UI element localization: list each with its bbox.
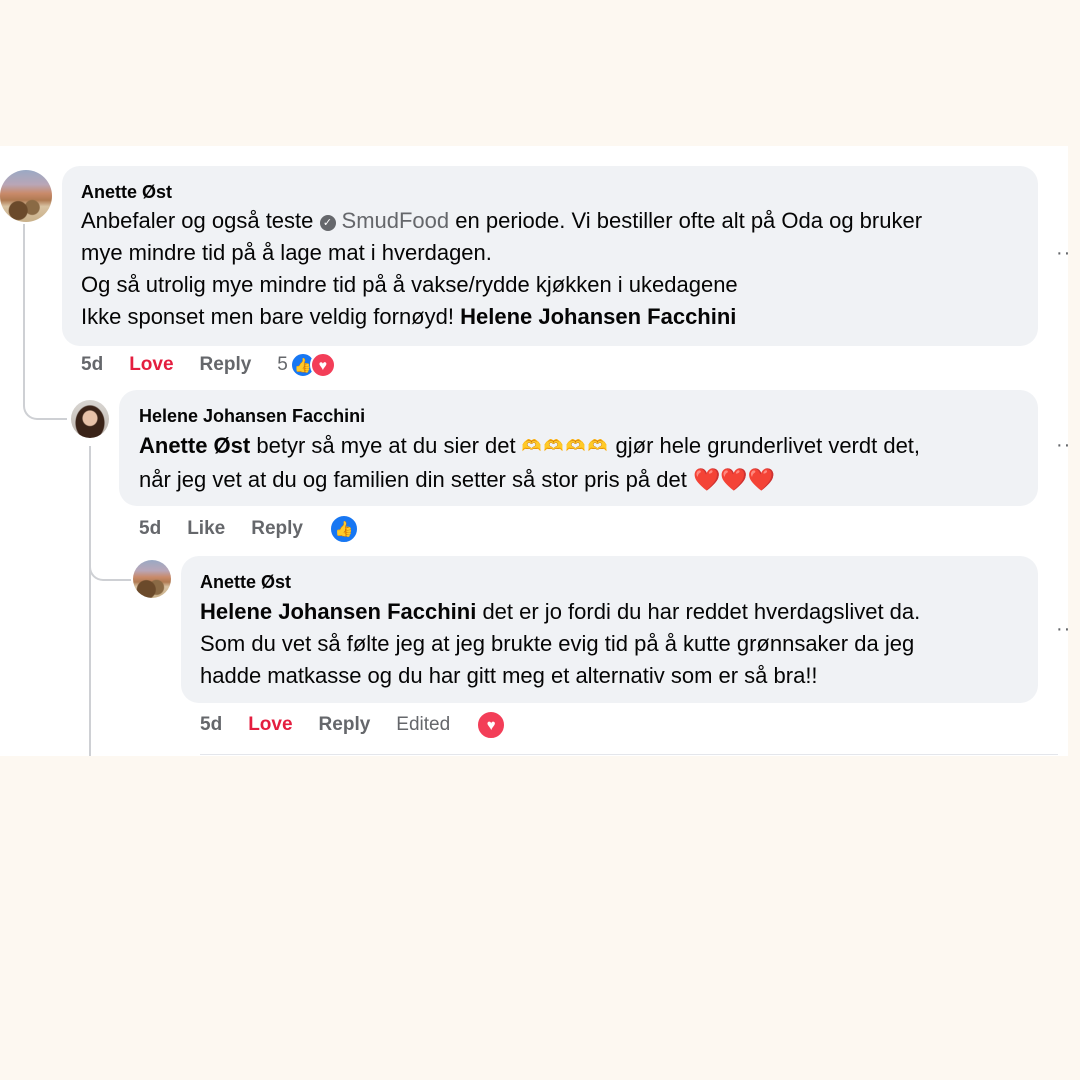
love-reaction-button[interactable]: Love bbox=[248, 714, 292, 736]
comment-body-line-4: Ikke sponset men bare veldig fornøyd! He… bbox=[81, 301, 736, 333]
comment-timestamp[interactable]: 5d bbox=[139, 518, 161, 540]
comment-text: Ikke sponset men bare veldig fornøyd! bbox=[81, 304, 454, 329]
comment-text: betyr så mye at du sier det bbox=[256, 433, 516, 458]
avatar-anette-ost[interactable] bbox=[133, 560, 171, 598]
user-mention[interactable]: Helene Johansen Facchini bbox=[200, 599, 476, 624]
comment-author[interactable]: Anette Øst bbox=[81, 182, 172, 203]
comment-body-line-2: Som du vet så følte jeg at jeg brukte ev… bbox=[200, 631, 915, 656]
verified-badge-icon: ✓ bbox=[319, 215, 336, 231]
comment-text: det er jo fordi du har reddet hverdagsli… bbox=[482, 599, 921, 624]
more-dots-icon[interactable]: ·· bbox=[1056, 434, 1071, 457]
comment-body-line-1: Anette Øst betyr så mye at du sier det 🫶… bbox=[139, 430, 920, 463]
avatar-helene-johansen-facchini[interactable] bbox=[71, 400, 109, 438]
red-hearts-emoji: ❤️❤️❤️ bbox=[692, 467, 776, 492]
love-reaction-icon[interactable]: ♥ bbox=[309, 352, 336, 378]
like-button[interactable]: Like bbox=[187, 518, 225, 540]
comment-body-line-3: Og så utrolig mye mindre tid på å vakse/… bbox=[81, 272, 738, 297]
page-mention-smudfood[interactable]: ✓ SmudFood bbox=[319, 208, 450, 233]
comment-body-line-1: Anbefaler og også teste ✓ SmudFood en per… bbox=[81, 205, 922, 237]
love-reaction-button[interactable]: Love bbox=[129, 354, 173, 376]
heart-hands-emoji: 🫶🫶🫶🫶 bbox=[521, 438, 610, 455]
thread-line-main bbox=[23, 224, 25, 404]
comment-timestamp[interactable]: 5d bbox=[81, 354, 103, 376]
comment-body-line-1: Helene Johansen Facchini det er jo fordi… bbox=[200, 596, 920, 628]
thread-line-reply bbox=[89, 446, 91, 756]
love-reaction-icon[interactable]: ♥ bbox=[476, 710, 507, 740]
like-reaction-icon[interactable]: 👍 bbox=[328, 514, 359, 544]
divider bbox=[200, 754, 1058, 755]
comment-author[interactable]: Anette Øst bbox=[200, 572, 291, 593]
avatar-anette-ost[interactable] bbox=[0, 170, 52, 222]
user-mention[interactable]: Helene Johansen Facchini bbox=[460, 304, 736, 329]
comments-panel: Anette Øst Anbefaler og også teste ✓ Smud… bbox=[0, 146, 1071, 756]
comment-text: en periode. Vi bestiller ofte alt på Oda… bbox=[455, 208, 923, 233]
comment-body-line-2: når jeg vet at du og familien din setter… bbox=[139, 464, 775, 496]
page-mention-label: SmudFood bbox=[341, 208, 450, 233]
comment-body-line-3: hadde matkasse og du har gitt meg et alt… bbox=[200, 663, 818, 688]
thread-connector-reply-1 bbox=[23, 386, 67, 420]
edited-label[interactable]: Edited bbox=[396, 714, 450, 736]
comment-text: gjør hele grunderlivet verdt det, bbox=[615, 433, 921, 458]
more-dots-icon[interactable]: ·· bbox=[1056, 242, 1071, 265]
comment-actions-3: 5d Love Reply Edited ♥ bbox=[200, 710, 532, 740]
comment-text: når jeg vet at du og familien din setter… bbox=[139, 467, 687, 492]
comment-body-line-2: mye mindre tid på å lage mat i hverdagen… bbox=[81, 240, 492, 265]
reply-button[interactable]: Reply bbox=[200, 354, 252, 376]
comment-author[interactable]: Helene Johansen Facchini bbox=[139, 406, 365, 427]
reply-button[interactable]: Reply bbox=[251, 518, 303, 540]
reaction-count[interactable]: 5 bbox=[277, 354, 288, 376]
more-dots-icon[interactable]: ·· bbox=[1056, 618, 1071, 641]
comment-text: Anbefaler og også teste bbox=[81, 208, 314, 233]
comment-actions-1: 5d Love Reply 5 👍 ♥ bbox=[81, 350, 362, 380]
thread-connector-reply-2 bbox=[89, 546, 131, 581]
reply-button[interactable]: Reply bbox=[319, 714, 371, 736]
user-mention[interactable]: Anette Øst bbox=[139, 433, 250, 458]
comment-timestamp[interactable]: 5d bbox=[200, 714, 222, 736]
comment-actions-2: 5d Like Reply 👍 bbox=[139, 514, 385, 544]
